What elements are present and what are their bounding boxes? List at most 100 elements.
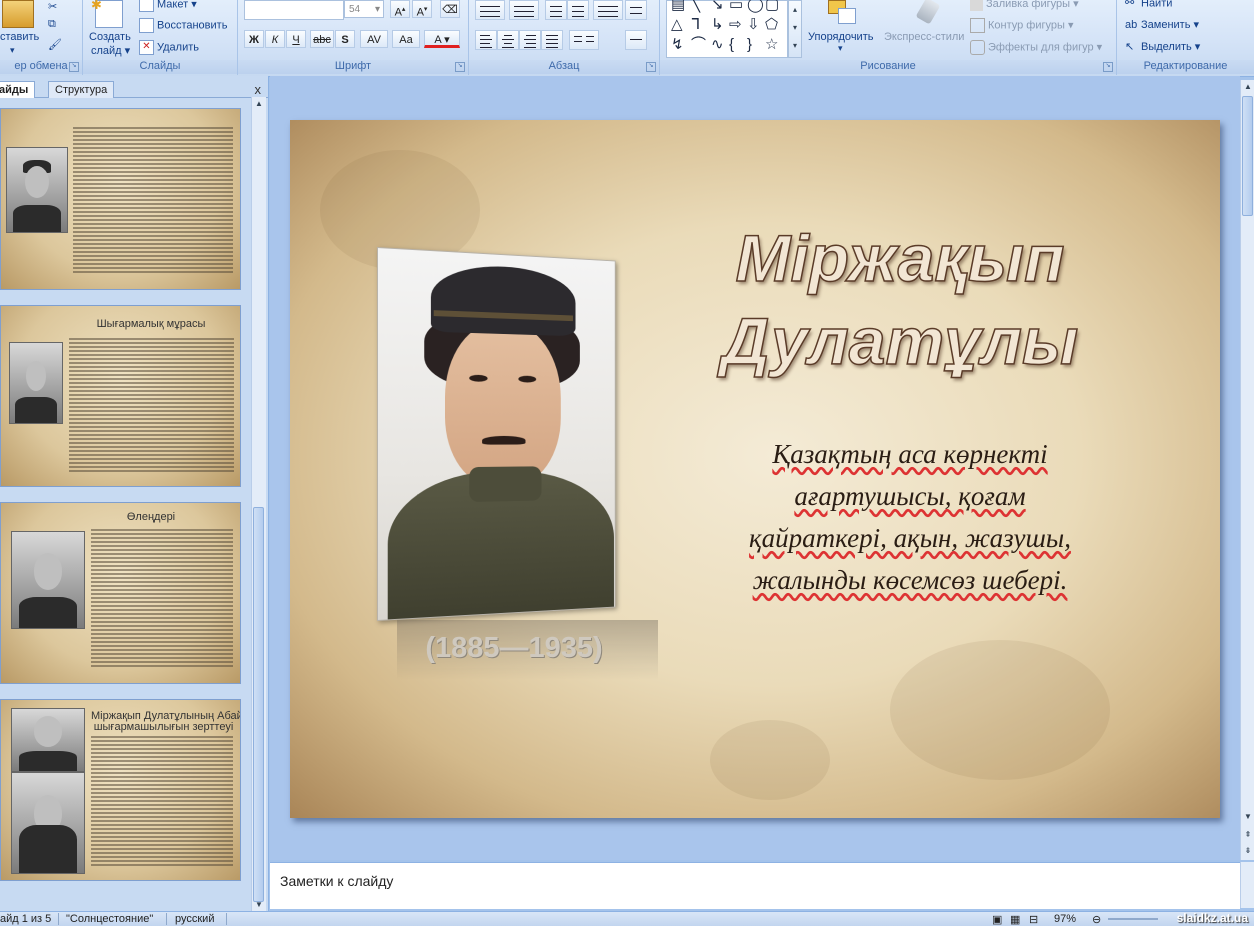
slide-thumbnail-2[interactable]: Шығармалық мұрасы (0, 305, 241, 487)
shape-arrow-line-icon[interactable]: ↘ (711, 0, 724, 12)
slide-subtitle[interactable]: Қазақтың аса көрнекті ағартушысы, қоғам … (700, 433, 1120, 601)
scroll-down-icon[interactable]: ▼ (252, 898, 266, 912)
delete-slide-button[interactable]: ✕ Удалить (139, 40, 199, 55)
decrease-indent-button[interactable] (545, 0, 567, 20)
shape-fill-button[interactable]: Заливка фигуры ▾ (970, 0, 1079, 11)
font-size-input[interactable]: 54 ▾ (344, 0, 384, 18)
previous-slide-icon[interactable]: ⇞ (1241, 828, 1254, 842)
underline-button[interactable]: Ч (286, 30, 306, 48)
reset-button[interactable]: Восстановить (139, 18, 227, 33)
strikethrough-button[interactable]: abc (310, 30, 334, 48)
find-button[interactable]: ⚯ Найти (1125, 0, 1172, 10)
font-name-input[interactable] (244, 0, 344, 20)
shape-outline-button[interactable]: Контур фигуры ▾ (970, 18, 1074, 33)
shape-right-brace-icon[interactable]: } (747, 37, 752, 52)
shape-right-arrow-icon[interactable]: ⇨ (729, 17, 742, 32)
scroll-up-icon[interactable]: ▲ (1241, 80, 1254, 94)
character-spacing-button[interactable]: AV (360, 30, 388, 48)
slideshow-icon[interactable]: ⊟ (1029, 913, 1038, 926)
scroll-down-icon[interactable]: ▼ (1241, 810, 1254, 824)
paste-dropdown-icon[interactable]: ▾ (10, 45, 15, 56)
bold-button[interactable]: Ж (244, 30, 264, 48)
clipboard-launcher-icon[interactable]: ↘ (69, 62, 79, 72)
close-icon[interactable]: x (255, 82, 262, 97)
theme-name[interactable]: "Солнцестояние" (66, 913, 153, 925)
years-label[interactable]: (1885—1935) (414, 632, 614, 665)
paste-button[interactable]: ставить (0, 31, 39, 43)
numbering-button[interactable] (509, 0, 539, 20)
tab-outline[interactable]: Структура (48, 81, 115, 98)
font-launcher-icon[interactable]: ↘ (455, 62, 465, 72)
cut-icon[interactable]: ✂ (48, 0, 57, 13)
shape-effects-button[interactable]: Эффекты для фигур ▾ (970, 40, 1102, 55)
new-slide-label-2[interactable]: слайд ▾ (91, 44, 130, 57)
notes-scrollbar[interactable] (1240, 862, 1254, 908)
shape-textbox-icon[interactable]: ▤ (671, 0, 685, 12)
new-slide-label-1[interactable]: Создать (89, 31, 131, 43)
italic-button[interactable]: К (265, 30, 285, 48)
slide-title-line1[interactable]: Міржақып (670, 220, 1130, 296)
shape-line-icon[interactable]: ╲ (691, 0, 700, 12)
drawing-launcher-icon[interactable]: ↘ (1103, 62, 1113, 72)
text-direction-button[interactable] (625, 0, 647, 20)
shape-elbow-arrow-icon[interactable]: ↳ (711, 17, 724, 32)
slide-sorter-icon[interactable]: ▦ (1010, 913, 1020, 926)
bullets-button[interactable] (475, 0, 505, 20)
shape-left-brace-icon[interactable]: { (729, 37, 734, 52)
shape-down-arrow-icon[interactable]: ⇩ (747, 17, 760, 32)
change-case-button[interactable]: Aa (392, 30, 420, 48)
shape-triangle-icon[interactable]: △ (671, 17, 683, 32)
copy-icon[interactable]: ⧉ (48, 18, 56, 31)
slide-scrollbar[interactable]: ▲ ▼ ⇞ ⇟ (1240, 80, 1254, 860)
portrait-image[interactable] (377, 247, 616, 621)
shape-elbow-connector-icon[interactable]: ᒣ (691, 17, 700, 32)
grow-font-button[interactable]: A▴ (390, 0, 410, 19)
slide-scroll-thumb[interactable] (1242, 96, 1253, 216)
format-painter-icon[interactable]: 🖌 (48, 38, 62, 51)
select-button[interactable]: ↖ Выделить ▾ (1125, 40, 1200, 54)
font-color-button[interactable]: A ▾ (424, 30, 460, 48)
current-slide[interactable]: (1885—1935) Міржақып Дулатұлы Қазақтың а… (290, 120, 1220, 818)
quick-styles-icon[interactable] (914, 0, 941, 28)
shrink-font-button[interactable]: A▾ (412, 0, 432, 19)
shape-pentagon-icon[interactable]: ⬠ (765, 17, 778, 32)
paragraph-launcher-icon[interactable]: ↘ (646, 62, 656, 72)
shape-star-icon[interactable]: ☆ (765, 37, 778, 52)
columns-button[interactable] (569, 30, 599, 50)
arrange-icon[interactable] (828, 0, 858, 28)
smartart-button[interactable] (625, 30, 647, 50)
notes-placeholder[interactable]: Заметки к слайду (280, 873, 393, 889)
justify-button[interactable] (541, 30, 563, 50)
slide-title-line2[interactable]: Дулатұлы (670, 303, 1130, 379)
notes-pane[interactable]: Заметки к слайду (270, 862, 1240, 909)
shapes-gallery[interactable]: ▤ ╲ ↘ ▭ ◯ ▢ △ ᒣ ↳ ⇨ ⇩ ⬠ ↯ ⌒ ∿ { } ☆ (666, 0, 788, 58)
replace-button[interactable]: ab Заменить ▾ (1125, 18, 1199, 32)
panel-scrollbar[interactable]: ▲ ▼ (251, 97, 266, 912)
clear-format-button[interactable]: ⌫ (440, 0, 460, 18)
quick-styles-button[interactable]: Экспресс-стили (884, 31, 964, 43)
zoom-level[interactable]: 97% (1054, 913, 1076, 925)
paste-icon[interactable] (2, 0, 34, 28)
language-indicator[interactable]: русский (175, 913, 214, 925)
new-slide-icon[interactable]: ✱ (91, 0, 123, 28)
panel-scroll-thumb[interactable] (253, 507, 264, 902)
scroll-up-icon[interactable]: ▲ (252, 97, 266, 111)
align-left-button[interactable] (475, 30, 497, 50)
line-spacing-button[interactable] (593, 0, 623, 20)
tab-slides[interactable]: айды (0, 81, 36, 98)
arrange-dropdown-icon[interactable]: ▾ (838, 43, 843, 54)
text-shadow-button[interactable]: S (335, 30, 355, 48)
align-center-button[interactable] (497, 30, 519, 50)
normal-view-icon[interactable]: ▣ (992, 913, 1002, 926)
slide-thumbnail-3[interactable]: Өлеңдері (0, 502, 241, 684)
slide-thumbnail-1[interactable] (0, 108, 241, 290)
increase-indent-button[interactable] (567, 0, 589, 20)
shape-rectangle-icon[interactable]: ▭ (729, 0, 743, 12)
shape-oval-icon[interactable]: ◯ (747, 0, 764, 12)
next-slide-icon[interactable]: ⇟ (1241, 844, 1254, 858)
shape-freeform-icon[interactable]: ↯ (671, 37, 684, 52)
layout-button[interactable]: Макет ▾ (139, 0, 197, 12)
shape-arc-icon[interactable]: ⌒ (691, 37, 706, 52)
shapes-gallery-scroll[interactable]: ▴ ▾ ▾ (788, 0, 802, 58)
shape-curve-icon[interactable]: ∿ (711, 37, 724, 52)
